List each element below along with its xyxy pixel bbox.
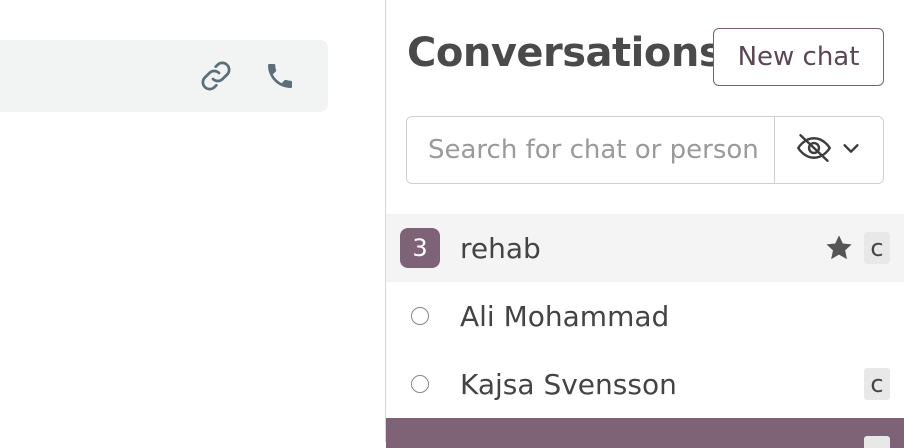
tag-badge: c — [864, 368, 890, 400]
conversation-item[interactable]: 3 rehab c — [386, 214, 904, 282]
eye-off-icon — [796, 133, 832, 167]
tag-badge — [864, 436, 890, 448]
conversation-item-selected[interactable] — [386, 418, 904, 448]
star-icon[interactable] — [823, 232, 855, 264]
search-bar — [406, 116, 884, 184]
conversations-panel: Conversations New chat 3 rehab — [386, 0, 904, 448]
visibility-filter-dropdown[interactable] — [774, 117, 883, 183]
status-dot-icon — [411, 307, 429, 325]
unread-count-badge: 3 — [400, 228, 440, 268]
status-dot-icon — [411, 375, 429, 393]
link-icon[interactable] — [197, 57, 235, 95]
conversation-list: 3 rehab c Ali Mohammad Kajsa Svensson c — [386, 214, 904, 448]
conversation-name: Kajsa Svensson — [460, 367, 677, 401]
new-chat-button[interactable]: New chat — [713, 28, 884, 86]
search-input[interactable] — [407, 117, 774, 183]
page-title: Conversations — [407, 30, 723, 76]
phone-icon[interactable] — [261, 57, 299, 95]
chat-header-bar — [0, 40, 328, 112]
conversation-item[interactable]: Ali Mohammad — [386, 282, 904, 350]
chevron-down-icon — [840, 137, 862, 163]
conversation-name: rehab — [460, 231, 541, 265]
tag-badge: c — [864, 232, 890, 264]
chat-panel — [0, 0, 385, 442]
conversation-item[interactable]: Kajsa Svensson c — [386, 350, 904, 418]
conversation-name: Ali Mohammad — [460, 299, 670, 333]
